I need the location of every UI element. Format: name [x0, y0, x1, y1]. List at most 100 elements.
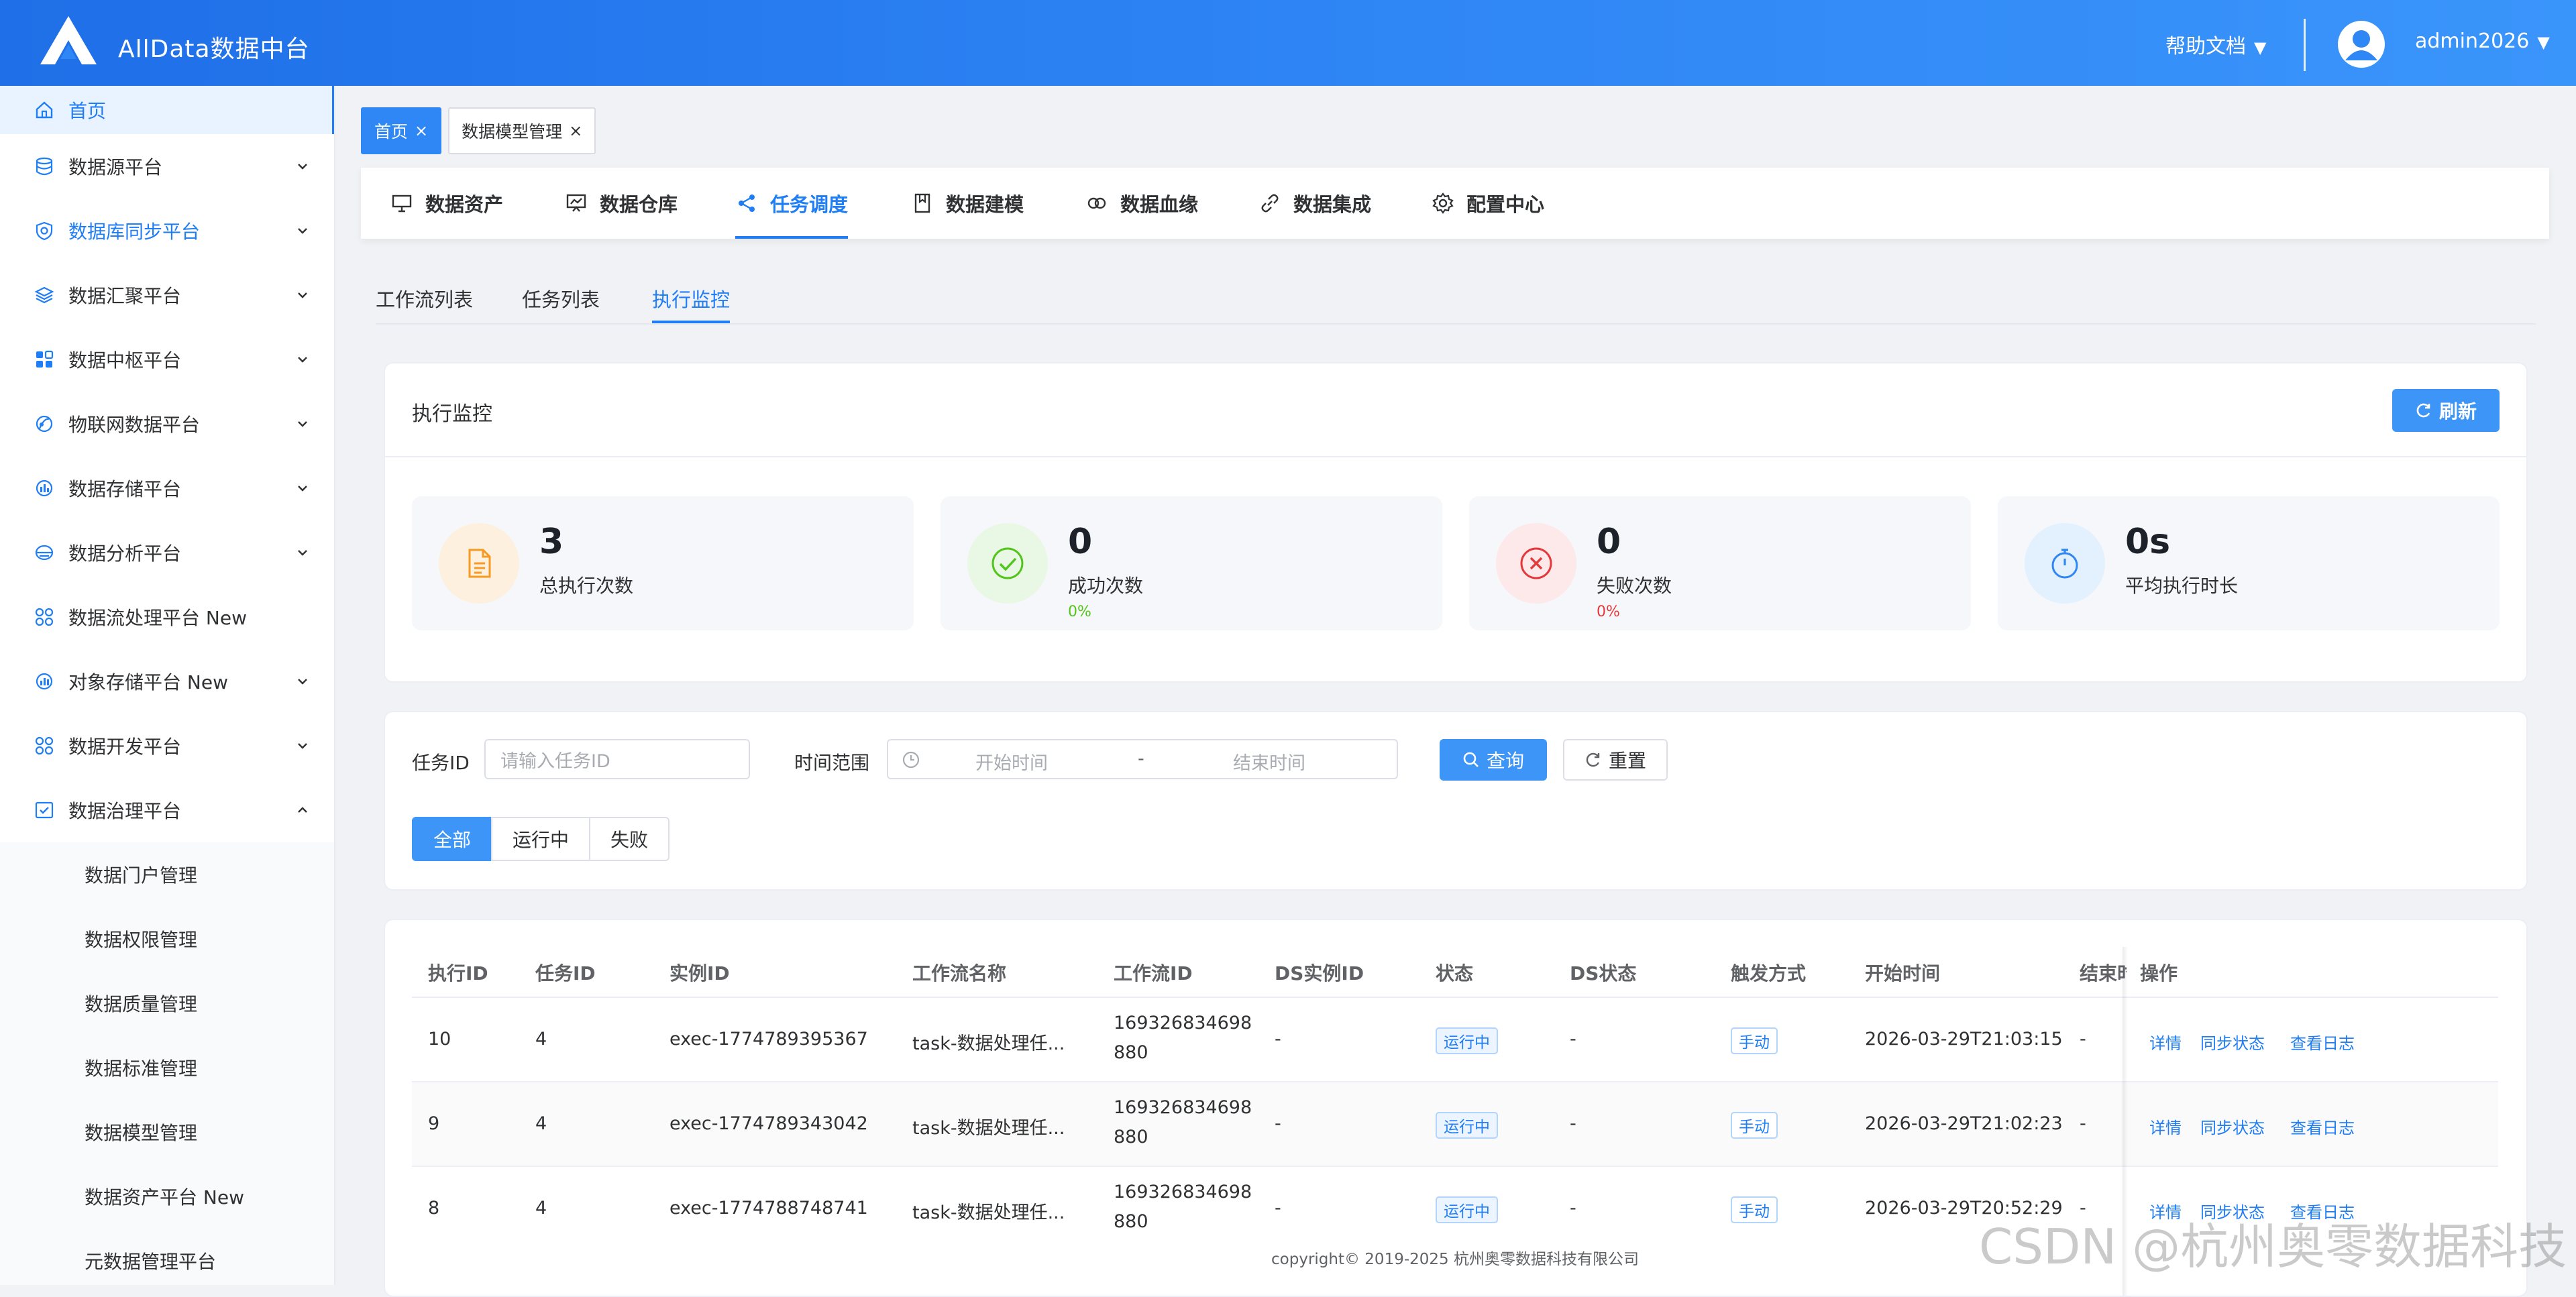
watermark: CSDN @杭州奥零数据科技 — [1979, 1219, 2567, 1275]
stat-value: 3 — [539, 522, 564, 562]
status-filter-running[interactable]: 运行中 — [491, 817, 591, 861]
view-log-link[interactable]: 查看日志 — [2290, 1115, 2355, 1138]
sidebar: 首页 数据源平台 数据库同步平台 数据汇聚平台 数据中枢平台 物联网数据平台 数… — [0, 86, 335, 1285]
tag-home[interactable]: 首页 × — [361, 107, 442, 154]
module-tab-integration[interactable]: 数据集成 — [1258, 168, 1371, 239]
sidebar-item-governance[interactable]: 数据治理平台 — [0, 778, 334, 842]
column-header: 结束时 — [2080, 962, 2127, 984]
stat-percentage: 0% — [1068, 604, 1091, 620]
workflow-id-line: 169326834698 — [1114, 1097, 1252, 1118]
sidebar-subitem-metadata[interactable]: 元数据管理平台 — [0, 1229, 334, 1285]
time-range-picker[interactable]: 开始时间 - 结束时间 — [887, 739, 1398, 779]
start-time-placeholder[interactable]: 开始时间 — [975, 748, 1048, 775]
status-badge: 运行中 — [1436, 1027, 1498, 1054]
sidebar-item-label: 数据中枢平台 — [68, 349, 182, 372]
status-badge: 运行中 — [1436, 1196, 1498, 1223]
sidebar-subitem-asset[interactable]: 数据资产平台 New — [0, 1164, 334, 1229]
tab-workflow-list[interactable]: 工作流列表 — [376, 284, 473, 313]
detail-link[interactable]: 详情 — [2149, 1115, 2182, 1138]
governance-icon — [32, 798, 56, 822]
cell-ds-instance-id: - — [1275, 1029, 1281, 1050]
tab-execution-monitor[interactable]: 执行监控 — [652, 284, 731, 323]
table-row[interactable]: 10 4 exec-1774789395367 task-数据处理任... 16… — [412, 997, 2498, 1081]
sidebar-item-stream[interactable]: 数据流处理平台 New — [0, 585, 334, 649]
alldata-logo-icon[interactable] — [39, 15, 98, 66]
close-icon[interactable]: × — [569, 121, 582, 140]
help-docs-menu[interactable]: 帮助文档 ▼ — [2165, 30, 2266, 59]
status-filter-failed[interactable]: 失败 — [589, 817, 670, 861]
module-tab-warehouse[interactable]: 数据仓库 — [565, 168, 678, 239]
chevron-down-icon — [298, 421, 307, 427]
query-button[interactable]: 查询 — [1440, 739, 1547, 781]
sidebar-item-label: 数据流处理平台 New — [68, 607, 247, 629]
stat-avg-duration: 0s 平均执行时长 — [1998, 496, 2500, 630]
column-header: 触发方式 — [1731, 962, 1807, 984]
sidebar-item-aggregation[interactable]: 数据汇聚平台 — [0, 263, 334, 327]
document-icon — [439, 523, 519, 604]
refresh-button[interactable]: 刷新 — [2392, 389, 2500, 432]
database-icon — [32, 154, 56, 178]
sidebar-item-db-sync[interactable]: 数据库同步平台 — [0, 199, 334, 263]
module-tab-scheduling[interactable]: 任务调度 — [735, 168, 849, 239]
column-header: 状态 — [1436, 962, 1474, 984]
sidebar-item-home[interactable]: 首页 — [0, 86, 334, 134]
sidebar-item-iot[interactable]: 物联网数据平台 — [0, 392, 334, 456]
stat-success-count: 0 成功次数 0% — [941, 496, 1442, 630]
module-tab-config[interactable]: 配置中心 — [1432, 168, 1544, 239]
sync-shield-icon — [32, 219, 56, 243]
column-header: 操作 — [2140, 962, 2178, 984]
sync-status-link[interactable]: 同步状态 — [2200, 1115, 2265, 1138]
sidebar-item-object-storage[interactable]: 对象存储平台 New — [0, 649, 334, 714]
view-log-link[interactable]: 查看日志 — [2290, 1030, 2355, 1054]
column-header: DS实例ID — [1275, 962, 1364, 984]
module-tab-lineage[interactable]: 数据血缘 — [1085, 168, 1198, 239]
refresh-icon — [1586, 752, 1600, 767]
task-id-input[interactable]: 请输入任务ID — [484, 739, 750, 779]
detail-link[interactable]: 详情 — [2149, 1030, 2182, 1054]
reset-button[interactable]: 重置 — [1563, 739, 1668, 781]
monitor-title: 执行监控 — [412, 402, 492, 426]
reset-label: 重置 — [1608, 750, 1646, 772]
column-header: DS状态 — [1570, 962, 1637, 984]
chevron-down-icon — [298, 550, 307, 556]
sidebar-item-datasource[interactable]: 数据源平台 — [0, 134, 334, 199]
sidebar-item-label: 物联网数据平台 — [68, 414, 201, 436]
cell-instance-id: exec-1774789343042 — [669, 1113, 868, 1134]
sidebar-item-label: 数据分析平台 — [68, 543, 182, 565]
stat-failure-count: 0 失败次数 0% — [1469, 496, 1971, 630]
sidebar-subitem-standard[interactable]: 数据标准管理 — [0, 1035, 334, 1100]
cell-workflow-name: task-数据处理任... — [912, 1033, 1065, 1054]
tab-task-list[interactable]: 任务列表 — [522, 284, 600, 313]
sidebar-item-analysis[interactable]: 数据分析平台 — [0, 520, 334, 585]
user-menu[interactable]: admin2026 ▼ — [2415, 30, 2550, 53]
cell-task-id: 4 — [535, 1113, 547, 1134]
table-row[interactable]: 9 4 exec-1774789343042 task-数据处理任... 169… — [412, 1081, 2498, 1166]
sidebar-subitem-permission[interactable]: 数据权限管理 — [0, 907, 334, 971]
app-title[interactable]: AllData数据中台 — [118, 30, 310, 64]
object-storage-icon — [32, 669, 56, 693]
sidebar-item-label: 对象存储平台 New — [68, 671, 228, 693]
sidebar-item-dev[interactable]: 数据开发平台 — [0, 714, 334, 778]
close-icon[interactable]: × — [415, 121, 428, 140]
tag-data-model[interactable]: 数据模型管理 × — [448, 107, 596, 154]
sidebar-item-storage[interactable]: 数据存储平台 — [0, 456, 334, 520]
status-badge: 运行中 — [1436, 1112, 1498, 1139]
user-avatar-icon[interactable] — [2337, 20, 2385, 68]
sync-status-link[interactable]: 同步状态 — [2200, 1030, 2265, 1054]
sidebar-item-hub[interactable]: 数据中枢平台 — [0, 327, 334, 392]
module-tab-asset[interactable]: 数据资产 — [390, 168, 503, 239]
cell-start-time: 2026-03-29T21:02:23 — [1865, 1113, 2063, 1134]
link-icon — [1258, 192, 1281, 215]
status-filter-all[interactable]: 全部 — [412, 817, 493, 861]
module-tab-modeling[interactable]: 数据建模 — [911, 168, 1024, 239]
filter-card: 任务ID 请输入任务ID 时间范围 开始时间 - 结束时间 查询 重置 全部 运… — [384, 711, 2528, 891]
sidebar-subitem-model[interactable]: 数据模型管理 — [0, 1100, 334, 1164]
storage-icon — [32, 476, 56, 500]
cell-task-id: 4 — [535, 1029, 547, 1050]
bookmark-icon — [911, 192, 934, 215]
end-time-placeholder[interactable]: 结束时间 — [1233, 748, 1305, 775]
range-separator: - — [1138, 748, 1144, 769]
sidebar-subitem-quality[interactable]: 数据质量管理 — [0, 971, 334, 1035]
clock-icon — [902, 751, 920, 769]
sidebar-subitem-portal[interactable]: 数据门户管理 — [0, 842, 334, 907]
